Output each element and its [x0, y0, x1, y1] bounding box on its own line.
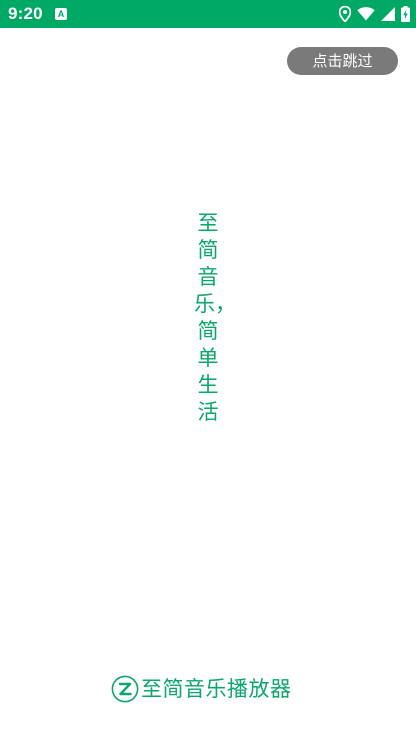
status-time: 9:20	[8, 4, 43, 23]
status-icons	[339, 5, 410, 23]
battery-charging-icon	[401, 6, 410, 22]
wifi-icon	[357, 7, 375, 21]
app-name: 至简音乐播放器	[141, 677, 292, 701]
slogan-text: 至简音乐，简单生活	[194, 211, 236, 424]
a-icon: A	[55, 8, 67, 20]
brand: 至简音乐播放器	[111, 674, 292, 704]
skip-button[interactable]: 点击跳过	[287, 47, 398, 75]
status-bar: 9:20 A	[0, 0, 416, 28]
signal-icon	[381, 7, 395, 21]
location-icon	[339, 6, 351, 22]
z-logo-icon	[111, 675, 139, 703]
